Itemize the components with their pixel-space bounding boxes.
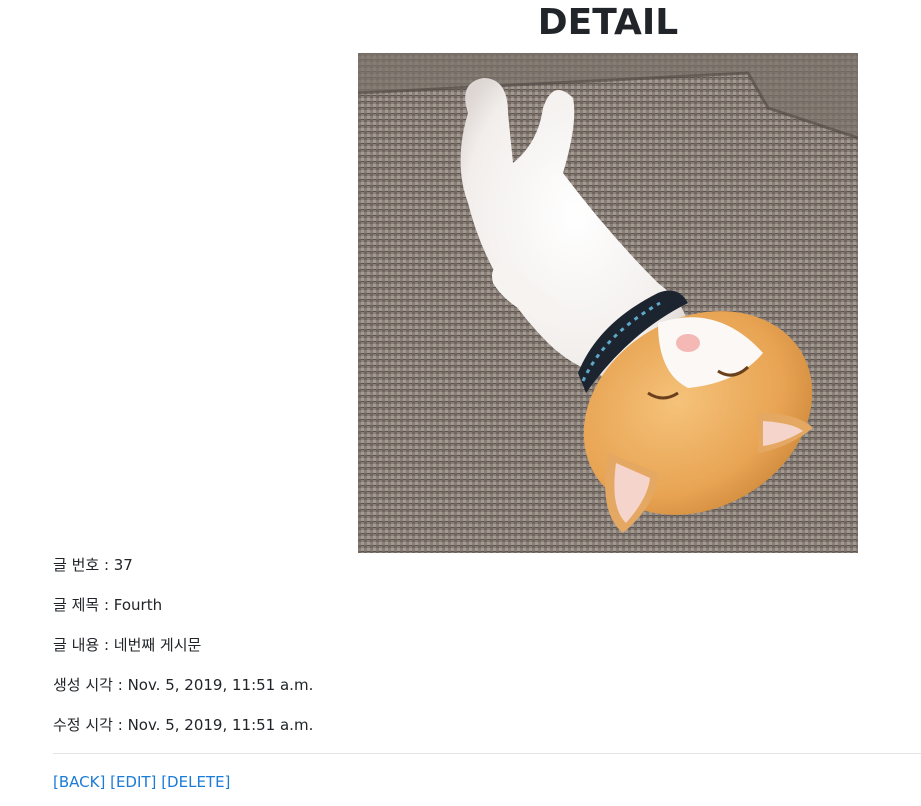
post-title-value: Fourth xyxy=(113,596,163,614)
post-created-row: 생성 시각 : Nov. 5, 2019, 11:51 a.m. xyxy=(53,675,921,695)
post-updated-label: 수정 시각 xyxy=(53,716,113,734)
edit-link[interactable]: [EDIT] xyxy=(110,773,156,791)
post-title-row: 글 제목 : Fourth xyxy=(53,595,921,615)
delete-link[interactable]: [DELETE] xyxy=(161,773,230,791)
post-created-label: 생성 시각 xyxy=(53,676,113,694)
post-details: 글 번호 : 37 글 제목 : Fourth 글 내용 : 네번째 게시문 생… xyxy=(53,555,921,755)
post-id-value: 37 xyxy=(113,556,133,574)
divider xyxy=(53,753,921,754)
post-content-value: 네번째 게시문 xyxy=(113,636,202,654)
post-content-row: 글 내용 : 네번째 게시문 xyxy=(53,635,921,655)
post-created-value: Nov. 5, 2019, 11:51 a.m. xyxy=(127,676,314,694)
back-link[interactable]: [BACK] xyxy=(53,773,105,791)
post-title-separator: : xyxy=(99,596,114,614)
post-id-row: 글 번호 : 37 xyxy=(53,555,921,575)
post-content-separator: : xyxy=(99,636,114,654)
post-content-label: 글 내용 xyxy=(53,636,100,654)
post-id-label: 글 번호 xyxy=(53,556,100,574)
post-updated-separator: : xyxy=(112,716,128,734)
post-created-separator: : xyxy=(112,676,128,694)
post-updated-row: 수정 시각 : Nov. 5, 2019, 11:51 a.m. xyxy=(53,715,921,735)
post-image xyxy=(358,53,858,553)
post-updated-value: Nov. 5, 2019, 11:51 a.m. xyxy=(127,716,314,734)
post-actions: [BACK] [EDIT] [DELETE] xyxy=(53,772,230,792)
post-id-separator: : xyxy=(99,556,114,574)
page-title: DETAIL xyxy=(537,2,679,43)
post-title-label: 글 제목 xyxy=(53,596,100,614)
